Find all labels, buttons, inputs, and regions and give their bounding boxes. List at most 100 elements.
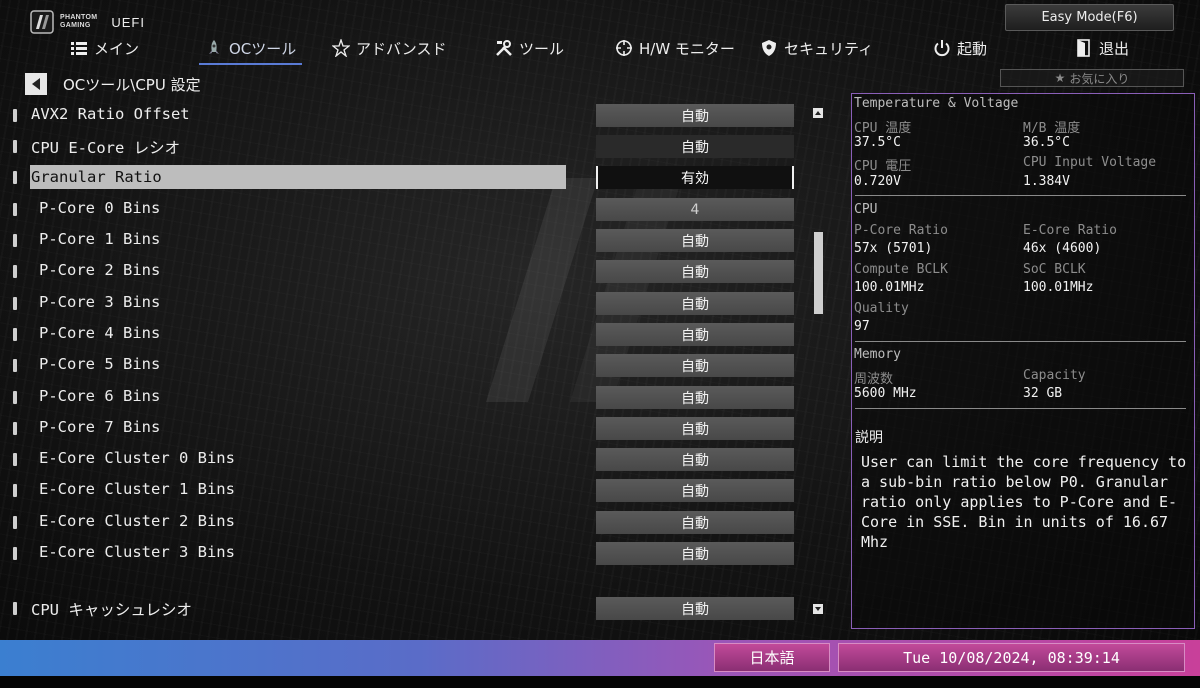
- breadcrumb: OCツール\CPU 設定: [63, 76, 201, 94]
- ecore-ratio-value: 46x (4600): [1023, 241, 1102, 256]
- row-bullet: [13, 265, 17, 278]
- setting-row[interactable]: CPU キャッシュレシオ 自動: [0, 596, 800, 622]
- nav-tools[interactable]: ツール: [495, 34, 564, 62]
- setting-value[interactable]: 自動: [596, 354, 794, 377]
- language-button[interactable]: 日本語: [714, 643, 830, 672]
- setting-value[interactable]: 自動: [596, 229, 794, 252]
- setting-value[interactable]: 自動: [596, 448, 794, 471]
- setting-row[interactable]: P-Core 4 Bins 自動: [0, 322, 800, 348]
- setting-value[interactable]: 自動: [596, 323, 794, 346]
- nav-main[interactable]: メイン: [70, 34, 139, 62]
- favorites-button[interactable]: ★ お気に入り: [1000, 69, 1184, 87]
- row-bullet: [13, 203, 17, 216]
- setting-value[interactable]: 自動: [596, 260, 794, 283]
- nav-hw-monitor[interactable]: H/W モニター: [615, 34, 735, 62]
- row-bullet: [13, 422, 17, 435]
- setting-value[interactable]: 自動: [596, 135, 794, 158]
- nav-hw-monitor-label: H/W モニター: [639, 39, 735, 58]
- setting-row[interactable]: E-Core Cluster 1 Bins 自動: [0, 478, 800, 504]
- setting-value[interactable]: 自動: [596, 386, 794, 409]
- cpu-input-voltage-label: CPU Input Voltage: [1023, 155, 1157, 170]
- nav-exit[interactable]: 退出: [1075, 34, 1129, 62]
- row-bullet: [13, 453, 17, 466]
- nav-security[interactable]: セキュリティ: [760, 34, 873, 62]
- setting-value[interactable]: 自動: [596, 511, 794, 534]
- nav-oc-tools[interactable]: OCツール: [198, 34, 303, 65]
- setting-row[interactable]: E-Core Cluster 2 Bins 自動: [0, 510, 800, 536]
- row-bullet: [13, 484, 17, 497]
- setting-label: AVX2 Ratio Offset: [31, 105, 190, 123]
- main-nav: メイン OCツール アドバンスド ツール H/W モニター セキュリティ 起動 …: [0, 34, 1200, 65]
- setting-row[interactable]: P-Core 6 Bins 自動: [0, 385, 800, 411]
- setting-value[interactable]: 自動: [596, 542, 794, 565]
- setting-label: P-Core 2 Bins: [39, 261, 161, 279]
- setting-row[interactable]: P-Core 0 Bins 4: [0, 197, 800, 223]
- scroll-up-arrow-icon[interactable]: [813, 108, 823, 118]
- setting-row[interactable]: P-Core 7 Bins 自動: [0, 416, 800, 442]
- description-title: 説明: [855, 430, 883, 446]
- compute-bclk-value: 100.01MHz: [854, 280, 925, 295]
- rocket-icon: [209, 40, 219, 54]
- nav-advanced[interactable]: アドバンスド: [332, 34, 446, 62]
- favorites-label: お気に入り: [1069, 71, 1130, 86]
- divider: [855, 341, 1186, 342]
- easy-mode-button[interactable]: Easy Mode(F6): [1005, 4, 1174, 31]
- setting-row[interactable]: CPU E-Core レシオ 自動: [0, 134, 800, 160]
- cpu-voltage-label: CPU 電圧: [854, 159, 912, 174]
- setting-value[interactable]: 自動: [596, 597, 794, 620]
- power-icon: [934, 40, 950, 57]
- cpu-temp-label: CPU 温度: [854, 121, 912, 136]
- tools-icon: [496, 40, 512, 56]
- row-bullet: [13, 391, 17, 404]
- setting-row-selected[interactable]: Granular Ratio 有効: [0, 165, 800, 191]
- row-bullet: [13, 297, 17, 310]
- back-button[interactable]: [25, 73, 47, 95]
- setting-row[interactable]: P-Core 5 Bins 自動: [0, 353, 800, 379]
- nav-advanced-label: アドバンスド: [356, 39, 447, 58]
- row-bullet: [13, 109, 17, 122]
- scroll-down-arrow-icon[interactable]: [813, 604, 823, 614]
- setting-row[interactable]: E-Core Cluster 3 Bins 自動: [0, 541, 800, 567]
- setting-row[interactable]: AVX2 Ratio Offset 自動: [0, 103, 800, 129]
- setting-value[interactable]: 自動: [596, 104, 794, 127]
- exit-icon: [1077, 39, 1090, 57]
- nav-tools-label: ツール: [519, 39, 565, 58]
- mb-temp-label: M/B 温度: [1023, 121, 1081, 136]
- setting-label: P-Core 5 Bins: [39, 355, 161, 373]
- frequency-label: 周波数: [854, 372, 894, 387]
- setting-value[interactable]: 自動: [596, 479, 794, 502]
- cpu-section-title: CPU: [854, 202, 878, 217]
- setting-label: E-Core Cluster 0 Bins: [39, 449, 235, 467]
- description-text: User can limit the core frequency to a s…: [861, 453, 1187, 551]
- nav-main-label: メイン: [94, 39, 140, 58]
- info-panel: Temperature & Voltage CPU 温度 37.5°C M/B …: [851, 93, 1195, 629]
- setting-value[interactable]: 有効: [596, 166, 794, 189]
- setting-row[interactable]: P-Core 1 Bins 自動: [0, 228, 800, 254]
- memory-section-title: Memory: [854, 347, 901, 362]
- nav-boot[interactable]: 起動: [933, 34, 987, 62]
- ecore-ratio-label: E-Core Ratio: [1023, 223, 1117, 238]
- divider: [855, 195, 1186, 196]
- setting-label: E-Core Cluster 1 Bins: [39, 480, 235, 498]
- setting-row[interactable]: P-Core 3 Bins 自動: [0, 291, 800, 317]
- mb-temp-value: 36.5°C: [1023, 135, 1070, 150]
- soc-bclk-label: SoC BCLK: [1023, 262, 1086, 277]
- setting-value[interactable]: 自動: [596, 417, 794, 440]
- setting-row[interactable]: E-Core Cluster 0 Bins 自動: [0, 447, 800, 473]
- setting-label: E-Core Cluster 2 Bins: [39, 512, 235, 530]
- cpu-voltage-value: 0.720V: [854, 174, 901, 189]
- setting-value[interactable]: 4: [596, 198, 794, 221]
- setting-label: P-Core 6 Bins: [39, 387, 161, 405]
- pcore-ratio-label: P-Core Ratio: [854, 223, 948, 238]
- setting-label: E-Core Cluster 3 Bins: [39, 543, 235, 561]
- setting-label: CPU E-Core レシオ: [31, 139, 181, 157]
- setting-value[interactable]: 自動: [596, 292, 794, 315]
- setting-row[interactable]: P-Core 2 Bins 自動: [0, 259, 800, 285]
- temp-voltage-title: Temperature & Voltage: [854, 96, 1019, 111]
- quality-label: Quality: [854, 301, 909, 316]
- pcore-ratio-value: 57x (5701): [854, 241, 933, 256]
- compute-bclk-label: Compute BCLK: [854, 262, 948, 277]
- scrollbar-thumb[interactable]: [814, 232, 823, 314]
- datetime-display: Tue 10/08/2024, 08:39:14: [838, 643, 1185, 672]
- cpu-temp-value: 37.5°C: [854, 135, 901, 150]
